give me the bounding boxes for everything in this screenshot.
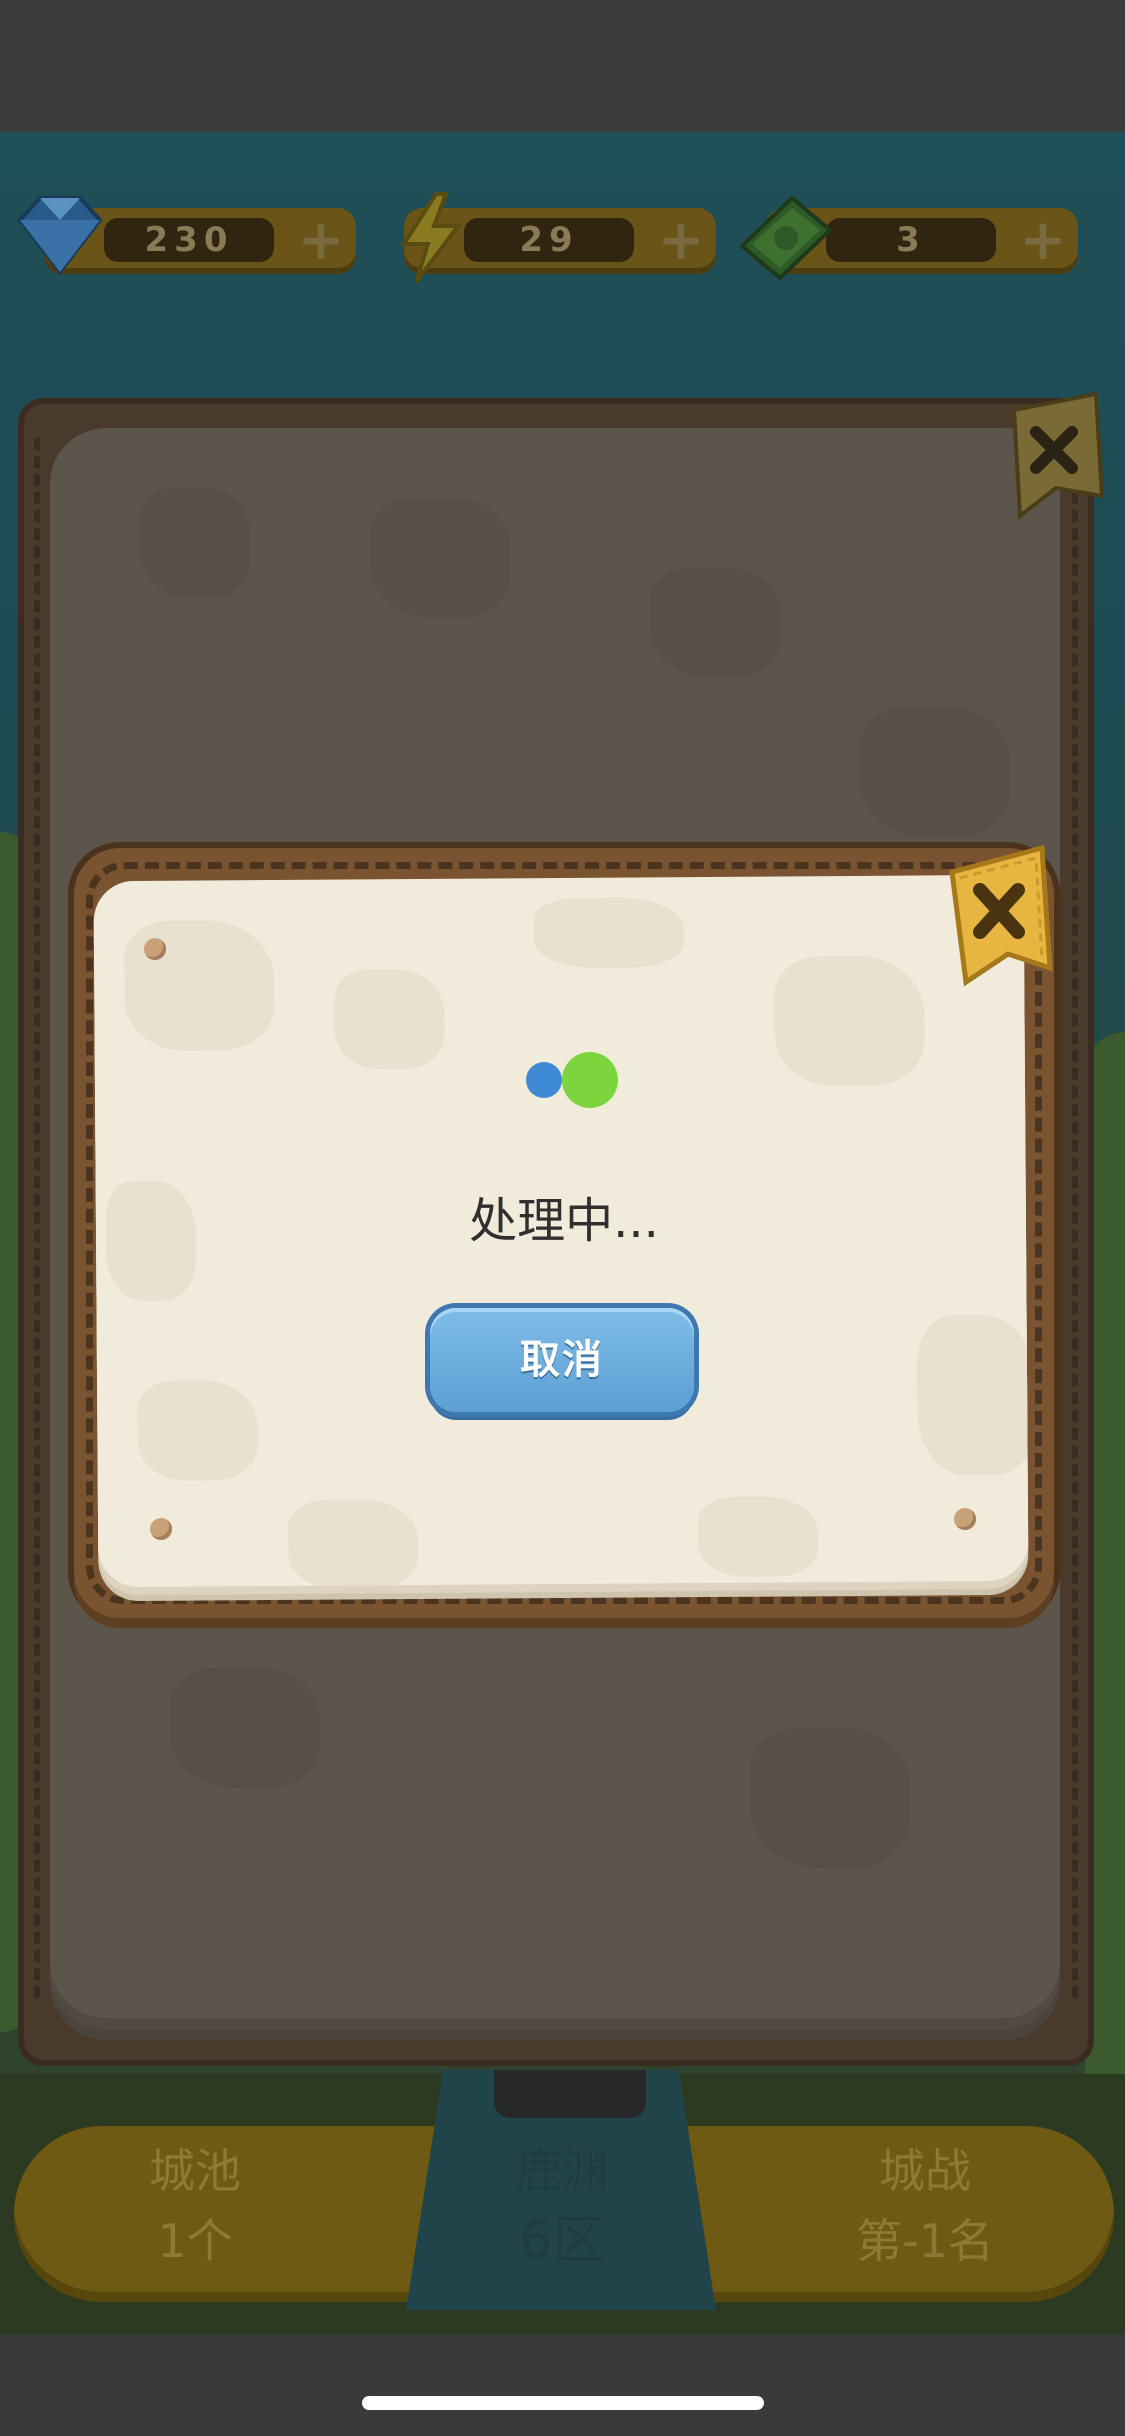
card-texture xyxy=(334,968,445,1070)
server-name: 鹿渊 xyxy=(516,2144,608,2198)
card-texture xyxy=(123,919,275,1052)
add-energy-button[interactable]: + xyxy=(654,213,708,269)
bottom-center-cap xyxy=(494,2070,646,2118)
bottom-item-city-battle[interactable]: 城战 第-1名 xyxy=(790,2136,1060,2276)
pin xyxy=(954,1508,976,1530)
card-texture xyxy=(697,1496,819,1578)
loader-dot-green xyxy=(562,1052,618,1108)
panel-stitch-left xyxy=(34,438,40,1998)
energy-count: 29 xyxy=(464,218,634,262)
paper-texture xyxy=(140,488,250,598)
lightning-icon xyxy=(400,192,462,284)
city-battle-rank: 第-1名 xyxy=(856,2214,994,2268)
diamonds-count: 230 xyxy=(104,218,274,262)
bottom-item-server[interactable]: 鹿渊 6区 xyxy=(430,2136,694,2276)
add-diamonds-button[interactable]: + xyxy=(294,213,348,269)
card-texture xyxy=(287,1499,419,1588)
cash-icon xyxy=(739,195,833,281)
cancel-button[interactable]: 取消 xyxy=(430,1308,694,1412)
paper-texture xyxy=(860,708,1010,838)
add-cash-button[interactable]: + xyxy=(1016,213,1070,269)
processing-text: 处理中... xyxy=(469,1193,659,1249)
city-battle-label: 城战 xyxy=(879,2144,971,2198)
cities-value: 1个 xyxy=(157,2214,233,2268)
paper-texture xyxy=(650,568,780,678)
bottom-item-cities[interactable]: 城池 1个 xyxy=(60,2136,330,2276)
home-indicator-area xyxy=(0,2334,1125,2436)
close-icon[interactable] xyxy=(1000,392,1108,520)
cities-label: 城池 xyxy=(149,2144,241,2198)
close-icon[interactable] xyxy=(938,842,1056,988)
paper-texture xyxy=(750,1728,910,1868)
diamond-icon xyxy=(17,196,103,276)
home-indicator[interactable] xyxy=(362,2396,764,2410)
card-texture xyxy=(774,955,925,1087)
status-bar xyxy=(0,0,1125,132)
loader-dot-blue xyxy=(526,1062,562,1098)
loading-spinner xyxy=(526,1050,622,1108)
panel-stitch-right xyxy=(1072,438,1078,1998)
server-zone: 6区 xyxy=(519,2211,605,2271)
card-texture xyxy=(916,1314,1029,1476)
card-texture xyxy=(137,1380,258,1481)
card-texture xyxy=(533,897,685,969)
pin xyxy=(144,938,166,960)
pin xyxy=(150,1518,172,1540)
paper-texture xyxy=(370,498,510,618)
cash-count: 3 xyxy=(826,218,996,262)
paper-texture xyxy=(170,1668,320,1788)
